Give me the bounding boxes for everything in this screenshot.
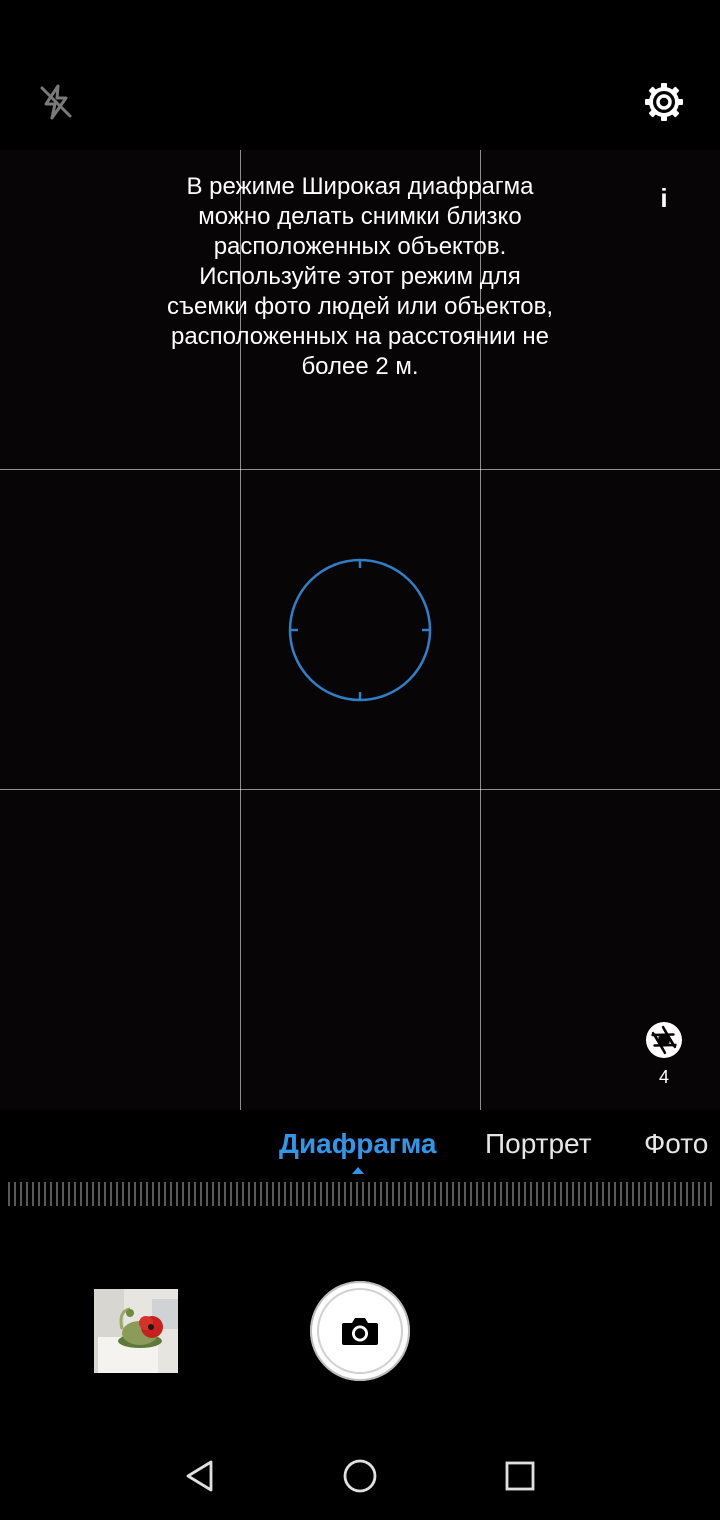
grid-line (0, 789, 720, 790)
aperture-icon (646, 1022, 682, 1058)
top-bar (0, 0, 720, 150)
gallery-thumbnail[interactable] (94, 1289, 178, 1373)
focus-ring (288, 558, 432, 702)
capture-controls (0, 1210, 720, 1430)
mode-aperture[interactable]: Диафрагма (279, 1128, 437, 1160)
active-mode-indicator (352, 1167, 364, 1174)
thumbnail-image (94, 1289, 178, 1373)
gear-icon (645, 83, 683, 121)
flash-toggle-button[interactable] (28, 74, 84, 130)
shutter-inner (317, 1288, 403, 1374)
nav-home-button[interactable] (338, 1454, 382, 1498)
nav-back-button[interactable] (178, 1454, 222, 1498)
mode-hint-text: В режиме Широкая диафрагма можно делать … (166, 173, 553, 380)
aperture-button[interactable]: 4 (636, 1020, 692, 1110)
recents-square-icon (505, 1461, 535, 1491)
mode-photo[interactable]: Фото (644, 1128, 708, 1160)
camera-viewfinder[interactable]: В режиме Широкая диафрагма можно делать … (0, 150, 720, 1110)
flash-off-icon (40, 84, 72, 120)
settings-button[interactable] (636, 74, 692, 130)
mode-portrait[interactable]: Портрет (485, 1128, 592, 1160)
mode-scroll-ruler[interactable] (8, 1182, 712, 1206)
mode-selector: Диафрагма Портрет Фото (0, 1110, 720, 1210)
info-button[interactable]: i (646, 180, 682, 216)
nav-recents-button[interactable] (498, 1454, 542, 1498)
back-triangle-icon (186, 1460, 213, 1492)
camera-icon (342, 1318, 378, 1345)
home-circle-icon (343, 1459, 377, 1493)
shutter-button[interactable] (310, 1281, 410, 1381)
grid-line (0, 469, 720, 470)
aperture-value: 4 (658, 1067, 669, 1087)
system-nav-bar (0, 1430, 720, 1520)
